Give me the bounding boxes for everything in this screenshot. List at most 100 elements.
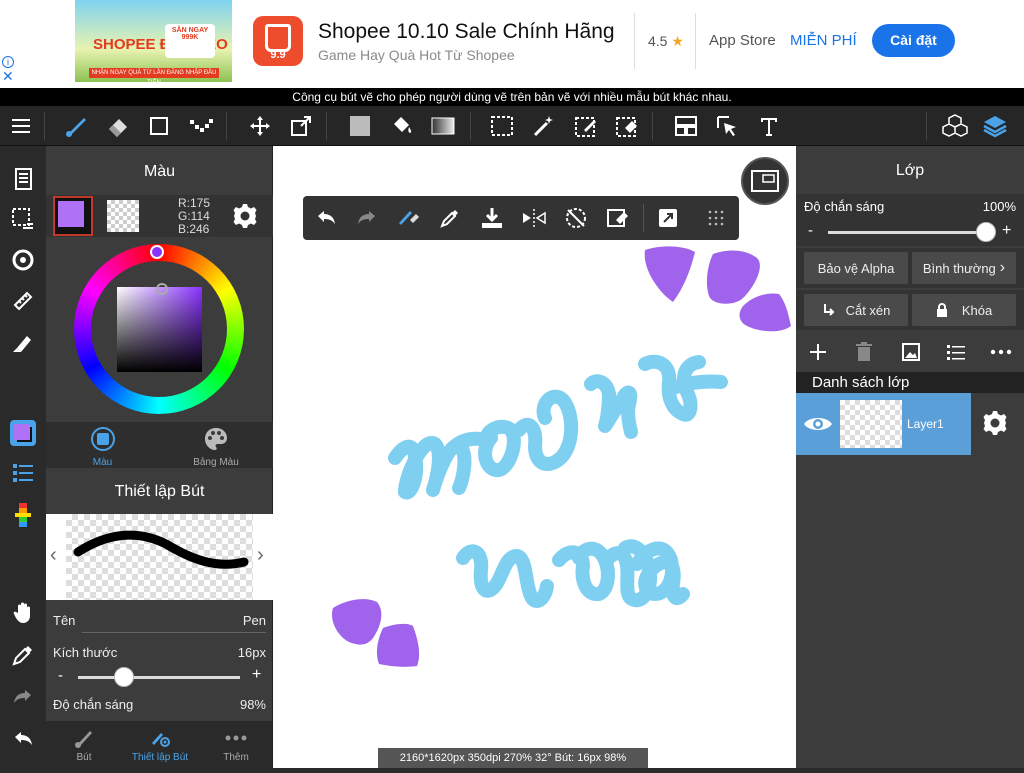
palette-strip-icon[interactable] xyxy=(0,498,46,532)
tab-brush[interactable]: Bút xyxy=(46,721,122,768)
layer-opacity-slider-track[interactable] xyxy=(828,222,996,242)
material-icon[interactable] xyxy=(0,162,46,196)
transparent-color-swatch[interactable] xyxy=(107,200,139,232)
ad-banner[interactable]: SHOPEE ĐẬP KẸO SĂN NGAY 999K NHẬN NGAY Q… xyxy=(0,0,1024,88)
menu-icon[interactable] xyxy=(1,106,41,146)
ad-subtitle: Game Hay Quà Hot Từ Shopee xyxy=(318,47,515,63)
layer-opacity-minus-button[interactable]: - xyxy=(808,222,813,239)
view-toggle-button[interactable] xyxy=(741,157,789,205)
app-icon-badge: 9.9 xyxy=(270,49,286,61)
ad-title[interactable]: Shopee 10.10 Sale Chính Hãng xyxy=(318,20,615,44)
magic-wand-icon[interactable] xyxy=(524,106,564,146)
select-layer-icon[interactable] xyxy=(0,202,46,236)
ad-divider xyxy=(634,13,635,69)
shape-tool-icon[interactable] xyxy=(139,106,179,146)
eyedropper-icon[interactable] xyxy=(0,638,46,672)
redo-quick-icon[interactable] xyxy=(346,196,388,240)
select-tool-icon[interactable] xyxy=(482,106,522,146)
ad-info-icon[interactable]: i xyxy=(2,56,14,68)
ad-thumbnail[interactable]: SHOPEE ĐẬP KẸO SĂN NGAY 999K NHẬN NGAY Q… xyxy=(75,0,232,82)
size-minus-button[interactable]: - xyxy=(58,667,63,684)
color-settings-gear-icon[interactable] xyxy=(232,203,258,234)
brush-settings-icon xyxy=(152,733,170,747)
main-color-swatch[interactable] xyxy=(53,196,93,236)
clear-layer-icon[interactable] xyxy=(597,196,639,240)
layers-icon[interactable] xyxy=(975,106,1015,146)
rotation-reset-icon[interactable] xyxy=(555,196,597,240)
window-view-icon xyxy=(751,170,779,192)
grid-dots-icon[interactable] xyxy=(695,196,737,240)
layer-list-icon[interactable] xyxy=(946,342,966,367)
add-layer-icon[interactable] xyxy=(808,342,828,367)
dot-pen-tool-icon[interactable] xyxy=(181,106,221,146)
toolbar-divider xyxy=(44,112,45,140)
move-tool-icon[interactable] xyxy=(240,106,280,146)
3d-model-icon[interactable] xyxy=(935,106,975,146)
pen-settings-icon[interactable] xyxy=(0,325,46,359)
redo-icon[interactable] xyxy=(0,680,46,714)
brush-list-icon[interactable] xyxy=(0,456,46,490)
hand-tool-icon[interactable] xyxy=(0,596,46,630)
select-eraser-icon[interactable] xyxy=(607,106,647,146)
layer-image-icon[interactable] xyxy=(901,342,921,367)
lock-button[interactable]: Khóa xyxy=(912,294,1016,326)
ad-rating: 4.5 ★ xyxy=(648,33,684,50)
tab-brush-settings[interactable]: Thiết lập Bút xyxy=(122,721,198,768)
blend-mode-button[interactable]: Bình thường › xyxy=(912,252,1016,284)
brush-name-row[interactable]: Tên Pen xyxy=(46,611,273,637)
brush-size-slider-thumb[interactable] xyxy=(113,667,134,687)
tab-palette[interactable]: Bảng Màu xyxy=(159,422,273,468)
undo-icon[interactable] xyxy=(0,722,46,756)
eraser-tool-icon[interactable] xyxy=(98,106,138,146)
color-swatch-icon[interactable] xyxy=(0,416,46,450)
brush-preview-canvas xyxy=(66,514,253,600)
clip-button[interactable]: Cắt xén xyxy=(804,294,908,326)
ruler-icon[interactable] xyxy=(0,284,46,318)
saturation-handle[interactable] xyxy=(156,283,168,295)
layer-row[interactable]: Layer1 xyxy=(796,393,971,455)
layer-settings-gear-icon[interactable] xyxy=(982,410,1008,441)
brush-tool-icon[interactable] xyxy=(56,106,96,146)
tab-more[interactable]: Thêm xyxy=(198,721,274,768)
clip-arrow-icon xyxy=(823,304,835,316)
brush-eraser-toggle-icon[interactable] xyxy=(387,196,429,240)
flip-horizontal-icon[interactable] xyxy=(513,196,555,240)
fill-color-icon[interactable] xyxy=(340,106,380,146)
brush-panel-title: Thiết lập Bút xyxy=(114,483,205,500)
save-download-icon[interactable] xyxy=(471,196,513,240)
select-pen-icon[interactable] xyxy=(566,106,606,146)
layer-opacity-plus-button[interactable]: + xyxy=(1002,222,1011,240)
layer-more-icon[interactable] xyxy=(990,342,1012,367)
undo-quick-icon[interactable] xyxy=(305,196,347,240)
frame-divider-icon[interactable] xyxy=(666,106,706,146)
canvas-area[interactable]: 2160*1620px 350dpi 270% 32° Bút: 16px 98… xyxy=(273,146,796,768)
protect-alpha-button[interactable]: Bảo vệ Alpha xyxy=(804,252,908,284)
brush-size-slider-track[interactable] xyxy=(78,667,240,687)
bucket-tool-icon[interactable] xyxy=(382,106,422,146)
next-brush-chevron-icon[interactable]: › xyxy=(257,544,264,567)
hue-ring-handle[interactable] xyxy=(150,245,164,259)
eyedropper-quick-icon[interactable] xyxy=(429,196,471,240)
tab-color[interactable]: Màu xyxy=(46,422,159,468)
shopee-app-icon[interactable]: 9.9 xyxy=(253,16,303,66)
transform-tool-icon[interactable] xyxy=(281,106,321,146)
install-button[interactable]: Cài đặt xyxy=(872,24,955,57)
ad-price: MIỄN PHÍ xyxy=(790,32,857,49)
brush-preview: ‹ › xyxy=(46,514,273,600)
layer-opacity-value: 100% xyxy=(982,199,1016,214)
prev-brush-chevron-icon[interactable]: ‹ xyxy=(50,544,57,567)
delete-layer-icon[interactable] xyxy=(855,342,873,367)
operation-tool-icon[interactable] xyxy=(707,106,747,146)
size-plus-button[interactable]: + xyxy=(252,666,261,684)
layer-panel: Lớp Độ chắn sáng 100% - + Bảo vệ Alpha B… xyxy=(796,146,1024,768)
rotate-canvas-icon[interactable] xyxy=(0,243,46,277)
gradient-tool-icon[interactable] xyxy=(423,106,463,146)
brush-opacity-row: Độ chắn sáng 98% xyxy=(46,695,273,721)
layer-opacity-slider-thumb[interactable] xyxy=(976,222,996,242)
saturation-value-square[interactable] xyxy=(117,287,202,372)
tab-color-label: Màu xyxy=(92,457,113,468)
text-tool-icon[interactable] xyxy=(749,106,789,146)
visibility-eye-icon[interactable] xyxy=(803,413,833,440)
ad-close-icon[interactable]: ✕ xyxy=(2,68,14,85)
share-icon[interactable] xyxy=(647,196,689,240)
